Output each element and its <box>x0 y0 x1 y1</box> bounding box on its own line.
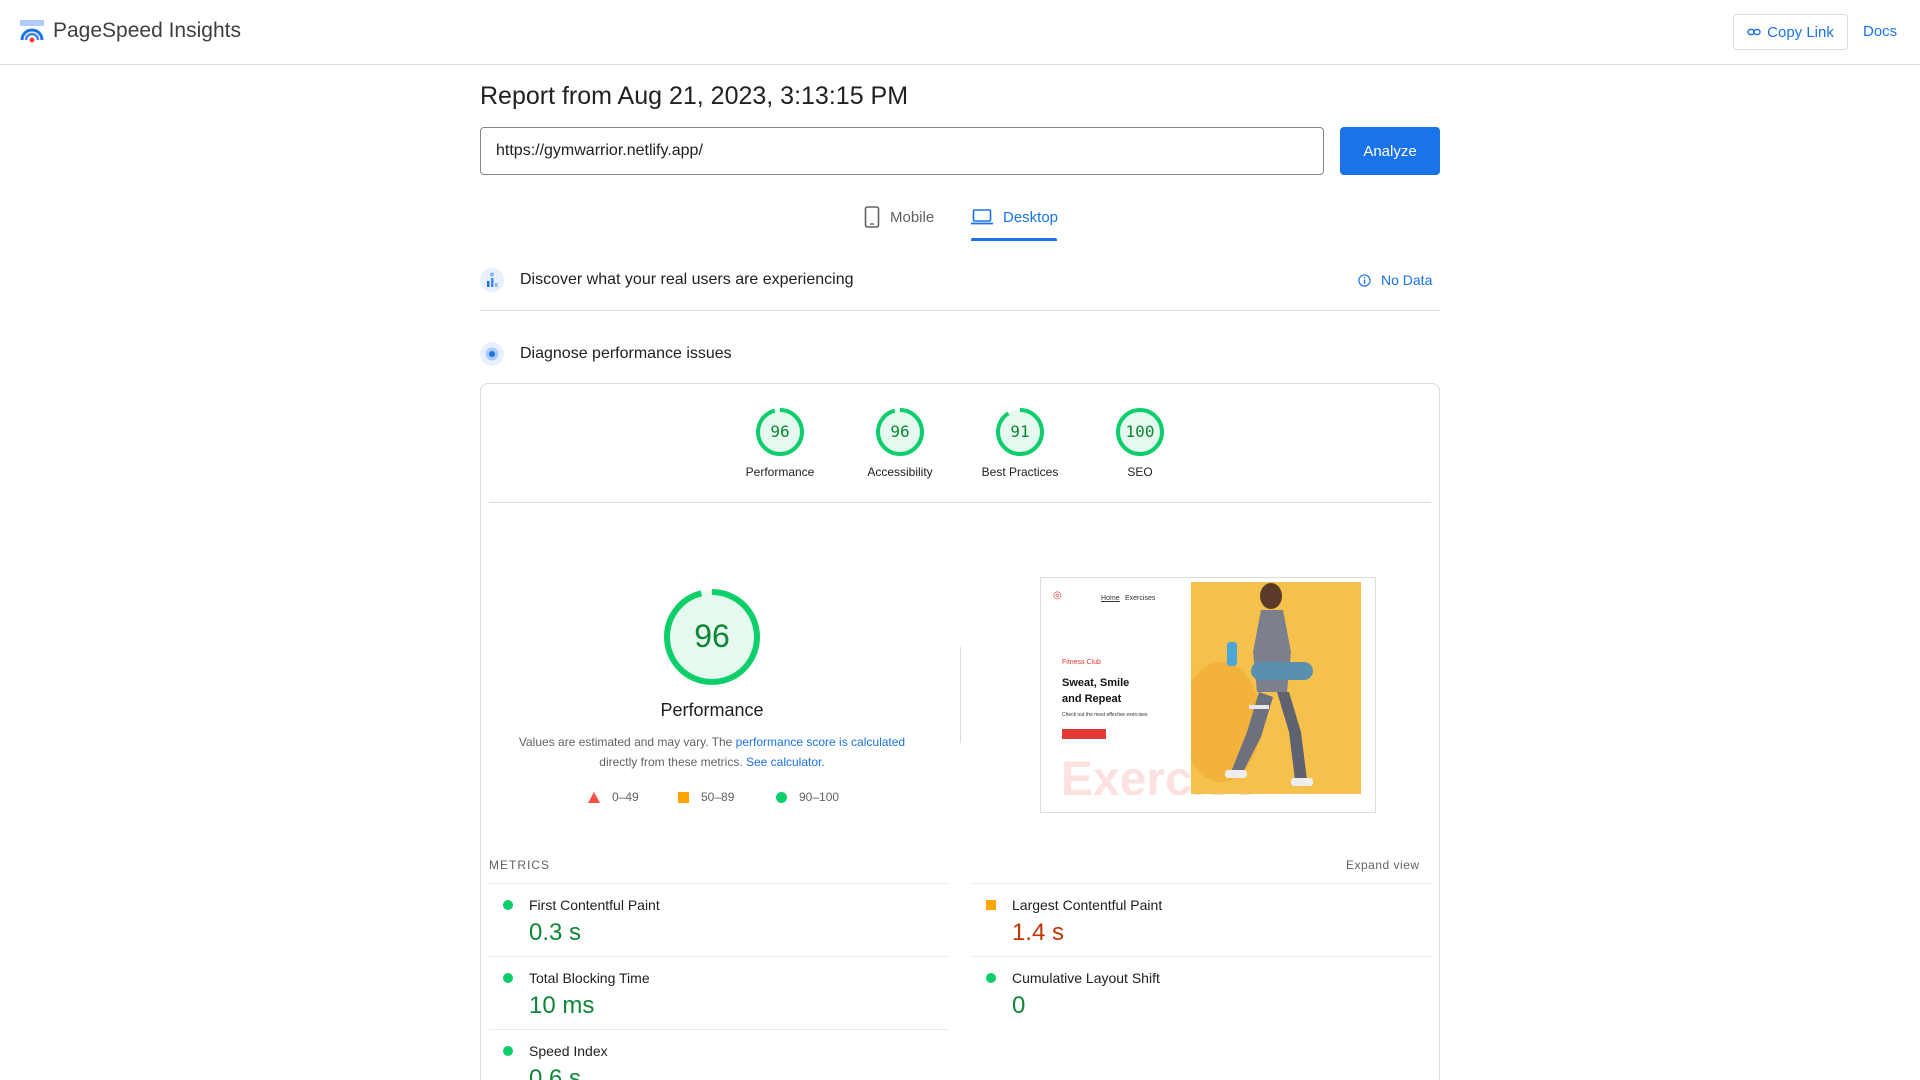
screenshot-nav-exercises: Exercises <box>1125 595 1156 602</box>
crux-users-icon <box>480 268 504 292</box>
legend-average-label: 50–89 <box>701 790 735 804</box>
screenshot-logo-icon: ◎ <box>1053 590 1062 601</box>
metric-rating-indicator <box>986 900 996 910</box>
metric-value: 1.4 s <box>1012 919 1065 946</box>
screenshot-headline-1: Sweat, Smile <box>1062 677 1130 689</box>
real-users-title: Discover what your real users are experi… <box>520 271 854 288</box>
see-calculator-link[interactable]: See calculator. <box>746 755 825 769</box>
docs-link[interactable]: Docs <box>1863 23 1897 40</box>
screenshot-subtext: Check out the most effective exercises <box>1062 712 1148 718</box>
lab-diagnose-icon <box>480 342 504 366</box>
url-input[interactable] <box>480 127 1324 175</box>
mobile-phone-icon <box>864 206 880 228</box>
tab-desktop[interactable]: Desktop <box>971 206 1058 242</box>
metric-value: 10 ms <box>529 992 595 1019</box>
score-value: 100 <box>1125 422 1155 441</box>
score-label: Performance <box>745 465 815 479</box>
score-label: SEO <box>1127 465 1153 479</box>
metric-value: 0.3 s <box>529 919 582 946</box>
performance-score-value: 96 <box>694 618 730 654</box>
app-title: PageSpeed Insights <box>53 19 241 42</box>
screenshot-kicker: Fitness Club <box>1062 659 1101 666</box>
metric-rating-indicator <box>503 973 513 983</box>
score-gauge-accessibility[interactable]: 96 Accessibility <box>850 407 950 479</box>
metric-speed-index[interactable]: Speed Index 0.6 s <box>489 1030 948 1080</box>
metric-rating-indicator <box>986 973 996 983</box>
metrics-section-label: METRICS <box>489 858 550 872</box>
metric-rating-indicator <box>503 1046 513 1056</box>
vertical-divider <box>960 647 961 743</box>
metric-value: 0 <box>1012 992 1026 1019</box>
score-gauge-performance[interactable]: 96 Performance <box>730 407 830 479</box>
screenshot-cta-button <box>1062 729 1106 739</box>
section-divider <box>480 310 1440 311</box>
screenshot-hero-photo <box>1191 582 1361 794</box>
diagnose-section: Diagnose performance issues <box>480 342 1440 366</box>
analyze-button[interactable]: Analyze <box>1340 127 1440 175</box>
no-data-label: No Data <box>1381 272 1433 288</box>
screenshot-nav-home: Home <box>1101 595 1120 602</box>
screenshot-headline-2: and Repeat <box>1062 693 1122 705</box>
expand-view-button[interactable]: Expand view <box>1346 858 1420 872</box>
score-value: 96 <box>890 422 910 441</box>
score-gauge-seo[interactable]: 100 SEO <box>1090 407 1190 479</box>
copy-link-label: Copy Link <box>1767 23 1834 41</box>
report-title: Report from Aug 21, 2023, 3:13:15 PM <box>480 82 909 110</box>
tab-mobile-label: Mobile <box>890 209 935 226</box>
metric-first-contentful-paint[interactable]: First Contentful Paint 0.3 s <box>489 884 948 957</box>
tab-mobile[interactable]: Mobile <box>864 206 934 242</box>
metric-rating-indicator <box>503 900 513 910</box>
score-label: Accessibility <box>867 465 933 479</box>
desktop-laptop-icon <box>971 209 993 225</box>
tab-desktop-label: Desktop <box>1003 209 1059 226</box>
brand[interactable]: PageSpeed Insights <box>19 18 241 44</box>
score-calculated-link[interactable]: performance score is calculated <box>736 735 905 749</box>
score-label: Best Practices <box>981 465 1059 479</box>
fail-triangle-icon <box>588 791 600 803</box>
metric-value: 0.6 s <box>529 1065 582 1080</box>
link-icon <box>1747 28 1761 36</box>
legend-pass-label: 90–100 <box>799 790 840 804</box>
desc-text-1: Values are estimated and may vary. The <box>518 735 736 749</box>
legend-average: 50–89 <box>678 790 734 804</box>
legend-fail-label: 0–49 <box>612 790 639 804</box>
average-square-icon <box>678 791 689 803</box>
desc-text-2: directly from these metrics. <box>599 755 746 769</box>
diagnose-title: Diagnose performance issues <box>520 345 732 362</box>
metric-name: Total Blocking Time <box>529 970 650 986</box>
metric-name: Speed Index <box>529 1043 608 1059</box>
performance-gauge-large: 96 <box>662 587 762 687</box>
metric-name: Largest Contentful Paint <box>1012 897 1163 913</box>
pagespeed-logo-icon <box>20 20 44 43</box>
metric-cumulative-layout-shift[interactable]: Cumulative Layout Shift 0 <box>972 957 1431 1030</box>
real-users-section[interactable]: Discover what your real users are experi… <box>480 268 1440 292</box>
top-bar: PageSpeed Insights Copy Link Docs <box>0 0 1920 65</box>
metric-name: Cumulative Layout Shift <box>1012 970 1160 986</box>
score-gauge-best-practices[interactable]: 91 Best Practices <box>970 407 1070 479</box>
athlete-figure-icon <box>1191 582 1361 794</box>
score-value: 91 <box>1010 422 1030 441</box>
performance-description: Values are estimated and may vary. The p… <box>512 732 912 772</box>
legend-pass: 90–100 <box>776 790 839 804</box>
score-value: 96 <box>770 422 790 441</box>
copy-link-button[interactable]: Copy Link <box>1733 14 1848 50</box>
metric-name: First Contentful Paint <box>529 897 660 913</box>
legend-fail: 0–49 <box>588 790 639 804</box>
metric-total-blocking-time[interactable]: Total Blocking Time 10 ms <box>489 957 948 1030</box>
pass-circle-icon <box>776 791 787 803</box>
tab-active-indicator <box>971 238 1057 241</box>
performance-title: Performance <box>660 700 764 720</box>
final-screenshot[interactable]: Exercise ◎ Home Exercises Fitness Club S… <box>1040 577 1376 813</box>
info-icon <box>1358 273 1371 287</box>
no-data-link[interactable]: No Data <box>1358 272 1432 288</box>
gauges-divider <box>489 502 1431 503</box>
metric-largest-contentful-paint[interactable]: Largest Contentful Paint 1.4 s <box>972 884 1431 957</box>
